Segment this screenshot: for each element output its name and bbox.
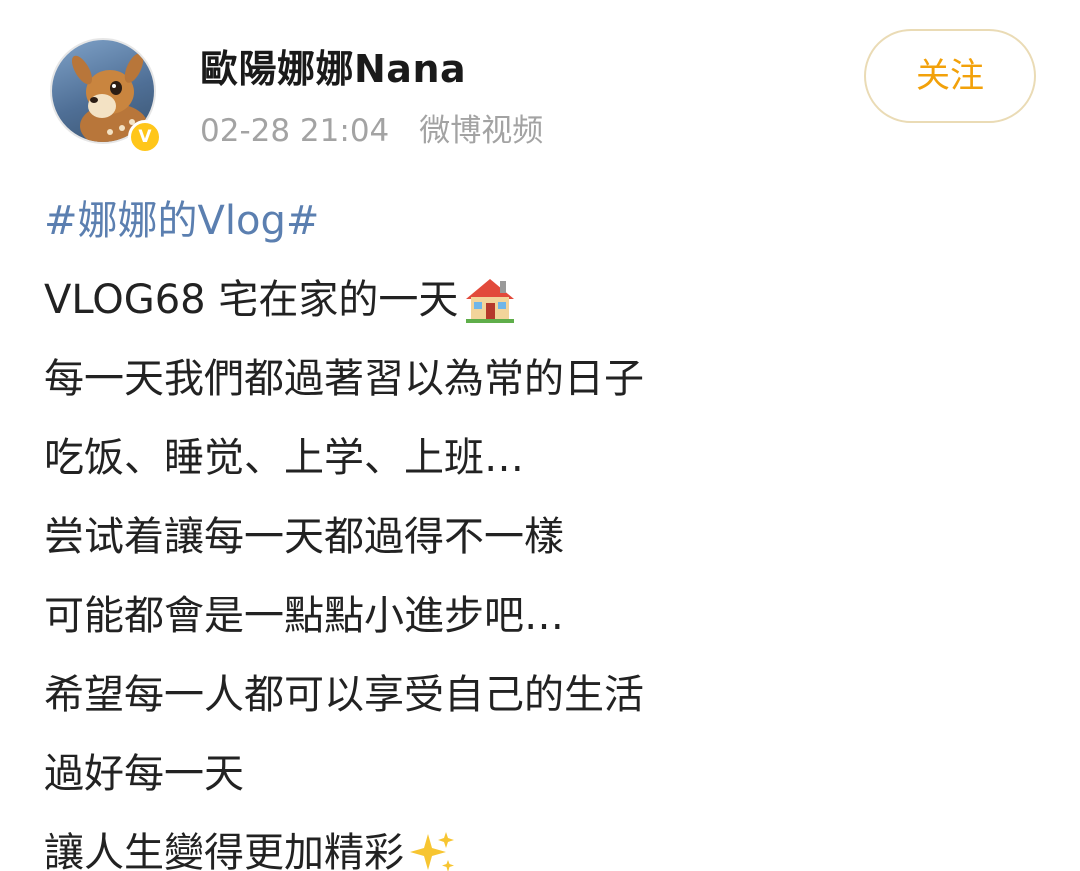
post-content: #娜娜的Vlog# VLOG68 宅在家的一天 每一天我們都過著習以為常的日子 … [44,182,1044,871]
post-line-4: 尝试着讓每一天都過得不一樣 [44,514,564,560]
post-line-text: 讓人生變得更加精彩 [44,830,404,871]
username[interactable]: 歐陽娜娜Nana [200,38,466,93]
post-meta: 02-28 21:04 微博视频 [200,105,543,150]
verified-badge-icon: V [128,120,162,154]
hashtag-link[interactable]: #娜娜的Vlog# [44,198,319,244]
follow-button[interactable]: 关注 [864,29,1036,123]
post-line-7: 過好每一天 [44,751,244,797]
post-line-6: 希望每一人都可以享受自己的生活 [44,672,644,718]
post-timestamp: 02-28 21:04 [200,113,390,149]
post-line-hashtag: #娜娜的Vlog# [44,182,1044,261]
post-line-5: 可能都會是一點點小進步吧… [44,593,564,639]
post-line-1: VLOG68 宅在家的一天 [44,261,1044,340]
avatar-container[interactable]: V [50,38,162,154]
post-source[interactable]: 微博视频 [419,113,543,149]
sparkles-emoji-icon [410,824,456,871]
house-emoji-icon [464,271,516,350]
post-line-2: 每一天我們都過著習以為常的日子 [44,356,644,402]
post-line-8: 讓人生變得更加精彩 [44,814,1044,871]
post-line-3: 吃饭、睡觉、上学、上班… [44,435,524,481]
post-line-text: VLOG68 宅在家的一天 [44,277,459,323]
